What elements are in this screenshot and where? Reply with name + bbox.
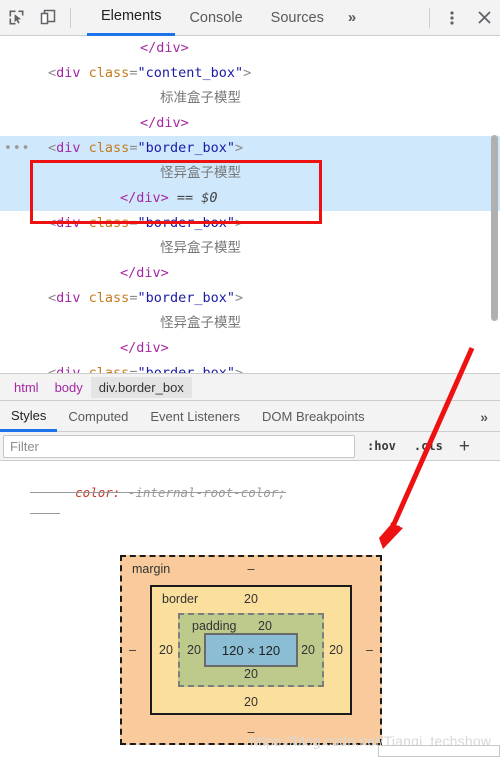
dom-tree-panel[interactable]: </div> <div class="content_box"> 标准盒子模型 </d… [0,36,500,373]
devtools-toolbar: Elements Console Sources » [0,0,500,36]
dom-tree-row[interactable]: </div> == $0 [0,186,500,211]
expand-ellipsis-icon[interactable]: ••• [4,136,30,161]
css-property-name: color: [75,485,121,500]
dom-tree-row[interactable]: 怪异盒子模型 [0,161,500,186]
dom-tree-row[interactable]: 标准盒子模型 [0,86,500,111]
box-model-content[interactable]: 120 × 120 [204,633,298,667]
devtools-window: Elements Console Sources » </div> <div c… [0,0,500,757]
dom-tree-row[interactable]: 怪异盒子模型 [0,236,500,261]
dom-tree-row[interactable]: <div class="content_box"> [0,61,500,86]
box-model-padding[interactable]: padding 20 20 20 20 120 × 120 [178,613,324,687]
box-model-margin[interactable]: margin – – – – border 20 20 20 20 paddin… [120,555,382,745]
dom-tree-row[interactable]: <div class="border_box"> [0,286,500,311]
box-model-border-bottom[interactable]: 20 [152,695,350,709]
box-model-border-right[interactable]: 20 [329,643,343,657]
tab-styles[interactable]: Styles [0,401,58,432]
box-model-padding-bottom[interactable]: 20 [180,667,322,681]
dom-tree-row[interactable]: </div> [0,336,500,361]
box-model-margin-top[interactable]: – [122,562,380,576]
styles-filter-bar: :hov .cls + [0,432,500,461]
kebab-menu-icon[interactable] [436,1,468,35]
box-model-padding-right[interactable]: 20 [301,643,315,657]
dom-tree-row[interactable]: </div> [0,261,500,286]
toolbar-right-group [423,1,500,35]
cls-toggle-button[interactable]: .cls [414,439,443,453]
box-model-pane: margin – – – – border 20 20 20 20 paddin… [0,523,500,757]
tab-dom-breakpoints[interactable]: DOM Breakpoints [251,401,376,432]
box-model-margin-left[interactable]: – [129,643,136,657]
css-rules-pane[interactable]: color: -internal-root-color; } [0,461,500,523]
breadcrumb-item-div-border-box[interactable]: div.border_box [90,376,192,398]
dom-tree-scrollbar[interactable] [491,135,498,321]
dom-tree-row[interactable]: 怪异盒子模型 [0,311,500,336]
filter-input[interactable] [3,434,355,458]
dom-tree-row[interactable]: <div class="border_box"> [0,211,500,236]
inspect-element-icon[interactable] [0,1,32,35]
new-style-rule-button[interactable]: + [459,437,470,456]
tab-computed[interactable]: Computed [57,401,139,432]
toolbar-divider-right [429,7,430,28]
css-property-value: -internal-root-color; [120,485,286,500]
tab-elements[interactable]: Elements [87,0,176,36]
box-model-border-left[interactable]: 20 [159,643,173,657]
box-model-padding-top[interactable]: 20 [180,619,322,633]
styles-sidebar-tabs: Styles Computed Event Listeners DOM Brea… [0,401,500,432]
more-tabs-icon[interactable]: » [338,0,366,36]
css-declaration-color[interactable]: color: -internal-root-color; [0,461,500,523]
hov-toggle-button[interactable]: :hov [367,439,396,453]
breadcrumb: html body div.border_box [0,373,500,401]
box-model-border[interactable]: border 20 20 20 20 padding 20 20 20 20 1… [150,585,352,715]
corner-partial-box [378,745,500,757]
breadcrumb-item-html[interactable]: html [6,377,47,398]
breadcrumb-item-body[interactable]: body [47,377,91,398]
tab-sources[interactable]: Sources [257,0,338,36]
tab-console[interactable]: Console [175,0,256,36]
toolbar-divider [70,7,71,28]
box-model-margin-right[interactable]: – [366,643,373,657]
dom-tree-row[interactable]: </div> [0,111,500,136]
panel-tabs: Elements Console Sources » [87,0,366,36]
box-model-padding-left[interactable]: 20 [187,643,201,657]
device-toolbar-icon[interactable] [32,1,64,35]
dom-tree-row[interactable]: </div> [0,36,500,61]
more-styles-tabs-icon[interactable]: » [468,401,500,432]
close-icon[interactable] [468,1,500,35]
box-model-border-top[interactable]: 20 [152,592,350,606]
dom-tree-row[interactable]: ••• <div class="border_box"> [0,136,500,161]
dom-tree-row[interactable]: <div class="border_box"> [0,361,500,373]
tab-event-listeners[interactable]: Event Listeners [139,401,251,432]
